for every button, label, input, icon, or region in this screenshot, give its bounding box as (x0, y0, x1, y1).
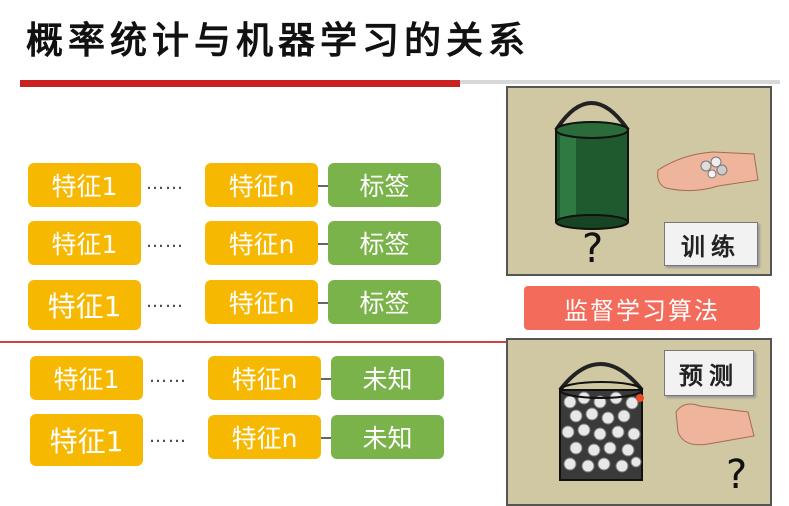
title-underline-right (460, 80, 780, 84)
feature-last-box: 特征n (205, 280, 318, 324)
feature-first-box: 特征1 (30, 414, 143, 466)
feature-first-box: 特征1 (30, 356, 143, 400)
feature-last-box: 特征n (205, 163, 318, 207)
title-underline (20, 80, 460, 87)
ellipsis: …… (149, 366, 187, 387)
feature-first-box: 特征1 (28, 280, 141, 330)
connector (318, 243, 328, 245)
feature-first-box: 特征1 (28, 221, 141, 265)
connector (318, 302, 328, 304)
connector (318, 185, 328, 187)
feature-last-box: 特征n (205, 221, 318, 265)
ellipsis: …… (146, 291, 184, 312)
label-box: 未知 (331, 415, 444, 459)
label-box: 标签 (328, 163, 441, 207)
page-title: 概率统计与机器学习的关系 (26, 18, 530, 62)
ellipsis: …… (146, 173, 184, 194)
train-tag: 训练 (664, 222, 758, 266)
label-box: 未知 (331, 356, 444, 400)
connector (321, 437, 331, 439)
feature-last-box: 特征n (208, 415, 321, 459)
feature-last-box: 特征n (208, 356, 321, 400)
label-box: 标签 (328, 221, 441, 265)
label-box: 标签 (328, 280, 441, 324)
feature-first-box: 特征1 (28, 163, 141, 207)
question-mark: ? (726, 452, 748, 498)
training-panel: ? 训练 (506, 86, 772, 276)
prediction-panel: 预测 ? (506, 338, 772, 506)
section-divider (0, 341, 507, 343)
predict-tag: 预测 (664, 350, 754, 396)
connector (321, 378, 331, 380)
algorithm-label: 监督学习算法 (524, 286, 760, 330)
ellipsis: …… (149, 426, 187, 447)
question-mark: ? (582, 226, 604, 272)
ellipsis: …… (146, 231, 184, 252)
